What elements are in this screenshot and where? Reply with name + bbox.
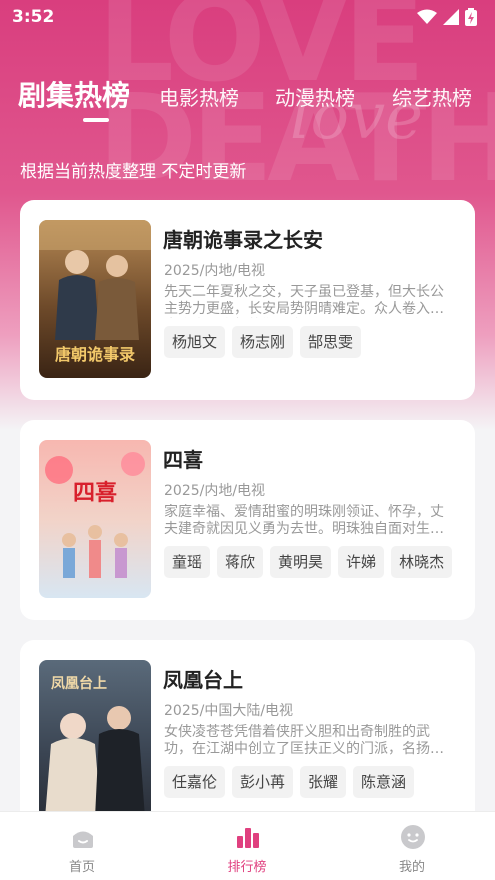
show-title: 唐朝诡事录之长安 xyxy=(163,228,323,252)
signal-icon xyxy=(443,9,459,25)
nav-ranking-label: 排行榜 xyxy=(227,860,267,875)
cast-tags: 杨旭文 杨志刚 郜思雯 xyxy=(164,326,362,358)
tab-movie-ranking[interactable]: 电影热榜 xyxy=(159,82,239,111)
cast-tag[interactable]: 杨旭文 xyxy=(164,326,226,358)
cast-tag[interactable]: 童瑶 xyxy=(164,546,211,578)
status-time: 3:52 xyxy=(12,7,55,27)
poster-image: 唐朝诡事录 xyxy=(39,220,151,378)
poster-image: 四喜 xyxy=(39,440,151,598)
show-description: 先天二年夏秋之交，天子虽已登基，但大长公主势力更盛，长安局势阴晴难定。众人卷入离… xyxy=(164,284,444,317)
profile-icon xyxy=(401,825,425,849)
cast-tag[interactable]: 张耀 xyxy=(300,766,347,798)
show-meta: 2025/中国大陆/电视 xyxy=(164,703,294,719)
show-card[interactable]: 四喜 四喜 2025/内地/电视 家庭幸福、爱情甜蜜的明珠刚领证、怀孕，丈夫建奇… xyxy=(20,420,475,620)
svg-text:凤凰台上: 凤凰台上 xyxy=(51,675,107,692)
tab-anime-ranking[interactable]: 动漫热榜 xyxy=(275,82,355,111)
battery-icon xyxy=(465,8,477,26)
cast-tag[interactable]: 蒋欣 xyxy=(217,546,264,578)
cast-tag[interactable]: 任嘉伦 xyxy=(164,766,226,798)
cast-tag[interactable]: 郜思雯 xyxy=(300,326,362,358)
nav-ranking[interactable]: 排行榜 xyxy=(187,812,307,880)
show-title: 四喜 xyxy=(163,448,203,472)
show-card[interactable]: 唐朝诡事录 唐朝诡事录之长安 2025/内地/电视 先天二年夏秋之交，天子虽已登… xyxy=(20,200,475,400)
active-tab-indicator xyxy=(83,118,109,122)
show-description: 女侠凌苍苍凭借着侠肝义胆和出奇制胜的武功，在江湖中创立了匡扶正义的门派，名扬天下… xyxy=(164,724,444,757)
nav-profile[interactable]: 我的 xyxy=(352,812,472,880)
show-card[interactable]: 凤凰台上 凤凰台上 2025/中国大陆/电视 女侠凌苍苍凭借着侠肝义胆和出奇制胜… xyxy=(20,640,475,840)
category-tabs: 剧集热榜 电影热榜 动漫热榜 综艺热榜 xyxy=(18,74,495,124)
home-icon xyxy=(73,831,93,848)
cast-tag[interactable]: 黄明昊 xyxy=(270,546,332,578)
show-title: 凤凰台上 xyxy=(163,668,243,692)
cast-tag[interactable]: 陈意涵 xyxy=(353,766,415,798)
cast-tag[interactable]: 彭小苒 xyxy=(232,766,294,798)
show-description: 家庭幸福、爱情甜蜜的明珠刚领证、怀孕，丈夫建奇就因见义勇为去世。明珠独自面对生活… xyxy=(164,504,444,537)
svg-text:四喜: 四喜 xyxy=(73,480,117,506)
cast-tag[interactable]: 林晓杰 xyxy=(391,546,453,578)
ranking-icon xyxy=(237,828,259,848)
bottom-navigation: 首页 排行榜 我的 xyxy=(0,811,495,880)
ranking-subtitle: 根据当前热度整理 不定时更新 xyxy=(20,162,247,182)
show-meta: 2025/内地/电视 xyxy=(164,263,266,279)
nav-profile-label: 我的 xyxy=(398,860,425,875)
tab-drama-ranking[interactable]: 剧集热榜 xyxy=(18,74,130,114)
tab-variety-ranking[interactable]: 综艺热榜 xyxy=(392,82,472,111)
cast-tag[interactable]: 杨志刚 xyxy=(232,326,294,358)
status-icons xyxy=(417,8,477,26)
wifi-icon xyxy=(417,9,437,24)
nav-home-label: 首页 xyxy=(68,860,95,875)
cast-tag[interactable]: 许娣 xyxy=(338,546,385,578)
status-bar: 3:52 xyxy=(0,0,495,34)
svg-text:唐朝诡事录: 唐朝诡事录 xyxy=(55,345,135,364)
nav-home[interactable]: 首页 xyxy=(22,812,142,880)
show-meta: 2025/内地/电视 xyxy=(164,483,266,499)
cast-tags: 任嘉伦 彭小苒 张耀 陈意涵 xyxy=(164,766,415,798)
cast-tags: 童瑶 蒋欣 黄明昊 许娣 林晓杰 xyxy=(164,546,453,578)
poster-image: 凤凰台上 xyxy=(39,660,151,818)
